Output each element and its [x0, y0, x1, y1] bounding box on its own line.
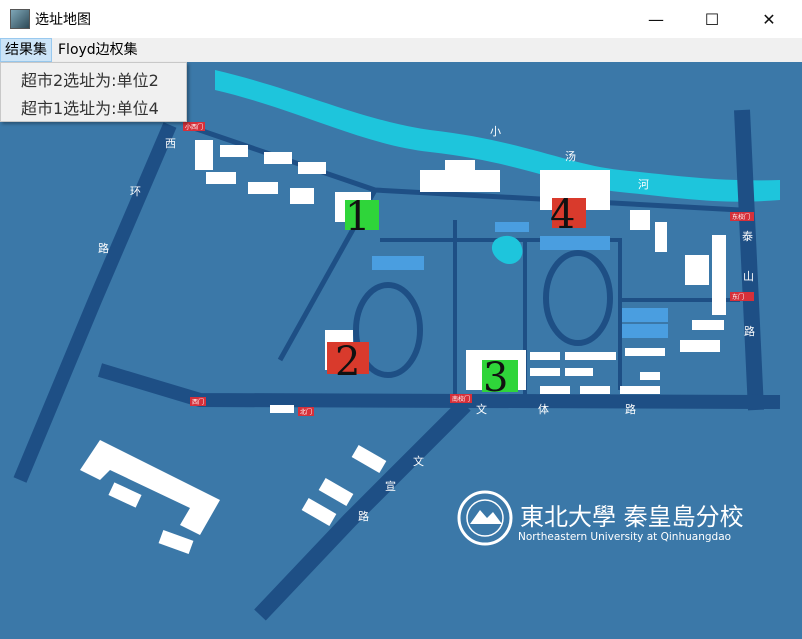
road-label: 文 [476, 402, 487, 416]
minimize-button[interactable]: — [633, 0, 679, 38]
road-label: 小 [490, 125, 501, 138]
road-label: 汤 [565, 149, 576, 163]
close-button[interactable]: ✕ [746, 0, 792, 38]
close-icon: ✕ [762, 9, 776, 29]
marker-number-1: 1 [345, 194, 370, 240]
menu-floyd-weights[interactable]: Floyd边权集 [54, 38, 142, 62]
gate-label: 西门 [192, 398, 204, 406]
road-label: 路 [98, 242, 109, 255]
site-marker-1[interactable]: 1 [345, 194, 379, 240]
marker-number-2: 2 [335, 339, 360, 385]
logo-en: Northeastern University at Qinhuangdao [518, 531, 731, 543]
road-label: 文 [413, 454, 424, 468]
results-dropdown: 超市2选址为:单位2 超市1选址为:单位4 [0, 62, 187, 122]
site-marker-4[interactable]: 4 [550, 192, 586, 238]
road-label: 西 [165, 137, 176, 150]
logo-cn: 東北大學 秦皇島分校 [520, 503, 744, 531]
gate-label: 东校门 [732, 213, 750, 221]
gate-label: 小西门 [185, 123, 203, 131]
menu-bar: 结果集 Floyd边权集 [0, 38, 802, 62]
road-label: 泰 [742, 229, 753, 243]
menu-results[interactable]: 结果集 [0, 38, 52, 62]
maximize-icon: ☐ [704, 9, 720, 29]
minimize-icon: — [648, 9, 664, 29]
maximize-button[interactable]: ☐ [689, 0, 735, 38]
map-canvas: 小西门 东校门 东门 西门 北门 南校门 西 环 路 小 汤 河 泰 山 路 文… [13, 70, 781, 621]
marker-number-3: 3 [483, 355, 508, 401]
road-label: 体 [538, 402, 549, 416]
marker-number-4: 4 [550, 192, 575, 238]
gate-label: 东门 [732, 293, 744, 301]
gate-label: 北门 [300, 408, 312, 416]
track-east [543, 250, 613, 346]
title-bar: 选址地图 — ☐ ✕ [0, 0, 802, 38]
app-icon [10, 9, 30, 29]
gate-label: 南校门 [452, 395, 470, 403]
road-label: 环 [130, 185, 141, 198]
road-label: 路 [744, 325, 755, 338]
road-label: 山 [743, 270, 754, 283]
road-label: 路 [358, 510, 369, 523]
window-title: 选址地图 [35, 12, 91, 28]
road-label: 路 [625, 403, 636, 416]
campus-map: 小西门 东校门 东门 西门 北门 南校门 西 环 路 小 汤 河 泰 山 路 文… [0, 62, 802, 639]
result-item-1[interactable]: 超市2选址为:单位2 [21, 67, 159, 91]
result-item-2[interactable]: 超市1选址为:单位4 [21, 95, 159, 119]
road-label: 宣 [385, 479, 396, 493]
university-logo: 東北大學 秦皇島分校 Northeastern University at Qi… [457, 490, 744, 546]
site-marker-2[interactable]: 2 [327, 339, 369, 385]
road-label: 河 [638, 178, 649, 191]
